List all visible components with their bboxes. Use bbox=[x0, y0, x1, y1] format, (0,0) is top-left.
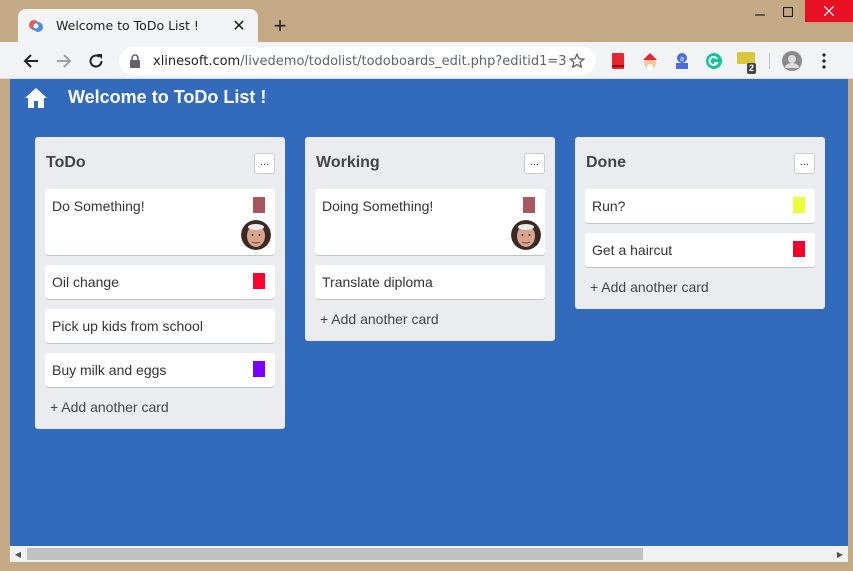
task-card[interactable]: Pick up kids from school bbox=[45, 309, 275, 343]
browser-menu-icon[interactable] bbox=[815, 52, 833, 70]
board-title: Working bbox=[316, 154, 380, 171]
task-card[interactable]: Translate diploma bbox=[315, 265, 545, 299]
add-card-button[interactable]: + Add another card bbox=[45, 397, 275, 417]
card-title: Oil change bbox=[52, 274, 119, 290]
new-tab-button[interactable]: + bbox=[268, 13, 292, 38]
card-color-label bbox=[523, 197, 535, 213]
tab-close-icon[interactable]: ✕ bbox=[230, 17, 248, 35]
task-card[interactable]: Buy milk and eggs bbox=[45, 353, 275, 387]
board-menu-button[interactable]: ... bbox=[524, 152, 545, 174]
maximize-window-icon[interactable] bbox=[773, 0, 803, 24]
santa-extension-icon[interactable] bbox=[641, 52, 659, 70]
task-card[interactable]: Run? bbox=[585, 189, 815, 223]
svg-text:a: a bbox=[680, 55, 684, 63]
avatar bbox=[511, 220, 541, 250]
board-menu-button[interactable]: ... bbox=[254, 152, 275, 174]
task-card[interactable]: Get a haircut bbox=[585, 233, 815, 267]
back-arrow-icon[interactable] bbox=[19, 49, 43, 73]
card-title: Get a haircut bbox=[592, 242, 673, 258]
red-book-extension-icon[interactable] bbox=[609, 52, 627, 70]
address-bar[interactable]: xlinesoft.com/livedemo/todolist/todoboar… bbox=[119, 47, 596, 75]
url-text: xlinesoft.com/livedemo/todolist/todoboar… bbox=[153, 53, 567, 69]
bookmark-star-icon[interactable] bbox=[568, 52, 586, 70]
page-body: Welcome to ToDo List ! ToDo... Do Somethi… bbox=[10, 79, 848, 546]
card-title: Doing Something! bbox=[322, 198, 434, 214]
browser-tab[interactable]: Welcome to ToDo List ! ✕ bbox=[18, 9, 258, 42]
extension-badge: 2 bbox=[747, 63, 757, 74]
notes-extension[interactable]: 2 bbox=[737, 52, 757, 74]
horizontal-scrollbar[interactable]: ◀ ▶ bbox=[10, 546, 848, 562]
board-title: Done bbox=[586, 154, 626, 171]
scrollbar-thumb[interactable] bbox=[27, 548, 643, 560]
lock-icon bbox=[130, 54, 140, 68]
tab-title: Welcome to ToDo List ! bbox=[56, 18, 199, 33]
browser-toolbar: xlinesoft.com/livedemo/todolist/todoboar… bbox=[0, 42, 853, 79]
card-color-label bbox=[793, 241, 805, 257]
card-title: Do Something! bbox=[52, 198, 145, 214]
scroll-left-arrow-icon[interactable]: ◀ bbox=[10, 546, 26, 562]
add-card-button[interactable]: + Add another card bbox=[585, 277, 815, 297]
page-title: Welcome to ToDo List ! bbox=[68, 87, 267, 107]
toolbar-separator bbox=[769, 53, 770, 69]
card-title: Pick up kids from school bbox=[52, 318, 203, 334]
home-icon[interactable] bbox=[24, 87, 48, 109]
card-color-label bbox=[793, 197, 805, 213]
board-title: ToDo bbox=[46, 154, 86, 171]
avatar bbox=[241, 220, 271, 250]
board-menu-button[interactable]: ... bbox=[794, 152, 815, 174]
translate-extension-icon[interactable]: a bbox=[673, 52, 691, 70]
card-title: Translate diploma bbox=[322, 274, 433, 290]
task-card[interactable]: Doing Something! bbox=[315, 189, 545, 255]
card-title: Buy milk and eggs bbox=[52, 362, 167, 378]
card-color-label bbox=[253, 361, 265, 377]
add-card-button[interactable]: + Add another card bbox=[315, 309, 545, 329]
board-header: Working... bbox=[315, 147, 545, 179]
close-window-icon[interactable] bbox=[805, 0, 853, 22]
grammarly-extension-icon[interactable] bbox=[705, 52, 723, 70]
board-working: Working... Doing Something! Translate dipl… bbox=[305, 137, 555, 341]
board-done: Done... Run? Get a haircut + Add another ca… bbox=[575, 137, 825, 309]
task-card[interactable]: Oil change bbox=[45, 265, 275, 299]
task-card[interactable]: Do Something! bbox=[45, 189, 275, 255]
minimize-window-icon[interactable] bbox=[745, 0, 775, 24]
card-color-label bbox=[253, 273, 265, 289]
scroll-right-arrow-icon[interactable]: ▶ bbox=[832, 546, 848, 562]
board-header: ToDo... bbox=[45, 147, 275, 179]
card-title: Run? bbox=[592, 198, 626, 214]
board-todo: ToDo... Do Something! Oil change Pick up ki… bbox=[35, 137, 285, 429]
todo-app-favicon-icon bbox=[29, 19, 43, 32]
tab-strip: Welcome to ToDo List ! ✕ + bbox=[0, 0, 853, 42]
profile-avatar-icon[interactable] bbox=[782, 51, 802, 71]
forward-arrow-icon[interactable] bbox=[52, 49, 76, 73]
reload-icon[interactable] bbox=[84, 49, 108, 73]
board-header: Done... bbox=[585, 147, 815, 179]
card-color-label bbox=[253, 197, 265, 213]
